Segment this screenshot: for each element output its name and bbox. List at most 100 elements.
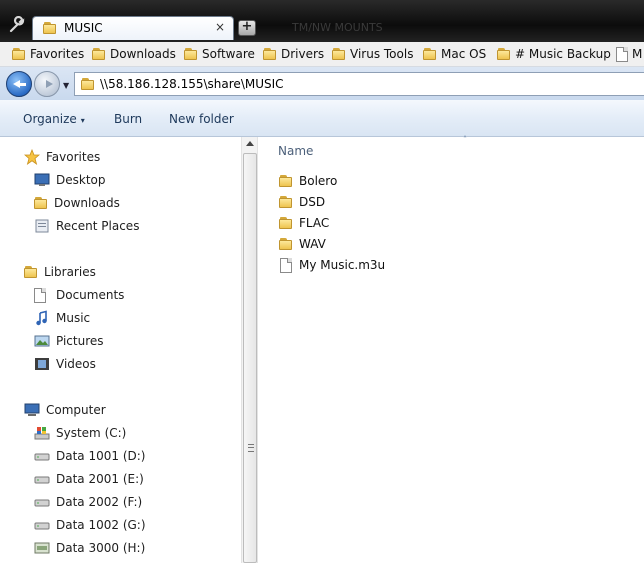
nav-item-desktop[interactable]: Desktop xyxy=(34,171,106,189)
folder-icon xyxy=(263,47,277,61)
nav-item-label: Music xyxy=(56,311,91,325)
nav-item-label: Videos xyxy=(56,357,96,371)
bookmarks-bar: Favorites Downloads Software Drivers Vir… xyxy=(0,42,644,67)
bookmark-drivers[interactable]: Drivers xyxy=(263,45,324,63)
window-title-text: TM/NW MOUNTS xyxy=(292,21,383,34)
list-item-my-music-m3u[interactable]: My Music.m3u xyxy=(279,256,385,274)
file-name: My Music.m3u xyxy=(299,258,386,272)
recent-pages-dropdown[interactable]: ▼ xyxy=(63,81,69,90)
folder-icon xyxy=(279,216,293,230)
bookmark-virus-tools[interactable]: Virus Tools xyxy=(332,45,413,63)
bookmark-label: M xyxy=(632,47,643,61)
desktop-icon xyxy=(34,173,50,186)
bookmark-label: Favorites xyxy=(30,47,85,61)
address-path[interactable]: \\58.186.128.155\share\MUSIC xyxy=(100,77,284,91)
nav-item-label: Pictures xyxy=(56,334,104,348)
forward-button[interactable] xyxy=(34,71,60,97)
nav-pane-scrollbar[interactable] xyxy=(241,137,258,563)
drive-icon xyxy=(34,476,50,484)
nav-drive-g[interactable]: Data 1002 (G:) xyxy=(34,516,146,534)
drive-icon xyxy=(34,522,50,530)
nav-drive-h[interactable]: Data 3000 (H:) xyxy=(34,539,145,557)
chevron-down-icon: ▾ xyxy=(80,116,85,125)
tab-close-button[interactable]: × xyxy=(215,20,225,34)
nav-item-label: Recent Places xyxy=(56,219,140,233)
address-bar[interactable]: \\58.186.128.155\share\MUSIC xyxy=(74,72,644,96)
nav-drive-f[interactable]: Data 2002 (F:) xyxy=(34,493,142,511)
scroll-up-arrow-icon[interactable] xyxy=(246,141,254,146)
folder-icon xyxy=(81,77,95,91)
back-button[interactable] xyxy=(6,71,32,97)
nav-item-label: Data 3000 (H:) xyxy=(56,541,146,555)
nav-item-label: Data 1002 (G:) xyxy=(56,518,146,532)
address-row: ▼ \\58.186.128.155\share\MUSIC xyxy=(0,67,644,100)
bookmark-label: Downloads xyxy=(110,47,176,61)
organize-button[interactable]: Organize ▾ xyxy=(23,112,85,126)
command-bar: Organize ▾ Burn New folder xyxy=(0,100,644,137)
nav-item-videos[interactable]: Videos xyxy=(34,355,96,373)
folder-icon xyxy=(332,47,346,61)
nav-item-documents[interactable]: Documents xyxy=(34,286,124,304)
nav-computer[interactable]: Computer xyxy=(24,401,106,419)
column-header-name[interactable]: Name xyxy=(278,144,313,158)
list-item-flac[interactable]: FLAC xyxy=(279,214,329,232)
bookmark-m[interactable]: M xyxy=(616,45,642,63)
nav-item-downloads[interactable]: Downloads xyxy=(34,194,120,212)
star-icon xyxy=(24,149,40,165)
nav-section-label: Computer xyxy=(46,403,106,417)
libraries-icon xyxy=(24,265,38,279)
file-name: WAV xyxy=(299,237,326,251)
grip-icon xyxy=(248,444,254,452)
tab-title: MUSIC xyxy=(64,21,103,35)
bookmark-downloads[interactable]: Downloads xyxy=(92,45,176,63)
folder-icon xyxy=(279,174,293,188)
network-drive-icon xyxy=(34,542,50,554)
nav-drive-d[interactable]: Data 1001 (D:) xyxy=(34,447,145,465)
nav-favorites[interactable]: Favorites xyxy=(24,148,100,166)
file-icon xyxy=(280,257,292,273)
file-name: DSD xyxy=(299,195,326,209)
bookmark-mac-os[interactable]: Mac OS xyxy=(423,45,486,63)
nav-item-label: Data 2002 (F:) xyxy=(56,495,143,509)
videos-icon xyxy=(35,358,49,370)
nav-item-label: Desktop xyxy=(56,173,106,187)
list-item-wav[interactable]: WAV xyxy=(279,235,326,253)
list-item-dsd[interactable]: DSD xyxy=(279,193,325,211)
nav-libraries[interactable]: Libraries xyxy=(24,263,96,281)
list-item-bolero[interactable]: Bolero xyxy=(279,172,337,190)
nav-section-label: Libraries xyxy=(44,265,96,279)
nav-item-label: System (C:) xyxy=(56,426,127,440)
nav-item-pictures[interactable]: Pictures xyxy=(34,332,104,350)
folder-icon xyxy=(92,47,106,61)
drive-icon xyxy=(34,499,50,507)
bookmark-favorites[interactable]: Favorites xyxy=(12,45,84,63)
tab-music[interactable]: MUSIC × xyxy=(32,16,234,40)
folder-icon xyxy=(279,195,293,209)
burn-button[interactable]: Burn xyxy=(114,112,142,126)
file-name: Bolero xyxy=(299,174,338,188)
nav-drive-e[interactable]: Data 2001 (E:) xyxy=(34,470,144,488)
pictures-icon xyxy=(34,335,50,347)
new-tab-button[interactable]: + xyxy=(238,20,256,36)
nav-item-recent-places[interactable]: Recent Places xyxy=(34,217,139,235)
nav-drive-c[interactable]: System (C:) xyxy=(34,424,126,442)
bookmark-software[interactable]: Software xyxy=(184,45,255,63)
bookmark-label: # Music Backup xyxy=(515,47,611,61)
bookmark-label: Software xyxy=(202,47,255,61)
folder-icon xyxy=(184,47,198,61)
new-folder-button[interactable]: New folder xyxy=(169,112,234,126)
scrollbar-thumb[interactable] xyxy=(243,153,257,563)
nav-item-music[interactable]: Music xyxy=(34,309,90,327)
file-icon xyxy=(616,46,628,62)
computer-icon xyxy=(24,403,40,416)
recent-places-icon xyxy=(35,219,49,233)
bookmark-music-backup[interactable]: # Music Backup xyxy=(497,45,611,63)
file-list: ˄ Name Bolero DSD FLAC WAV My Music.m3u xyxy=(259,135,644,563)
sort-ascending-icon: ˄ xyxy=(463,135,467,144)
folder-icon xyxy=(43,21,57,35)
nav-section-label: Favorites xyxy=(46,150,101,164)
folder-icon xyxy=(279,237,293,251)
wrench-icon[interactable] xyxy=(8,16,26,34)
navigation-pane: Favorites Desktop Downloads Recent Place… xyxy=(0,137,241,563)
bookmark-label: Drivers xyxy=(281,47,325,61)
